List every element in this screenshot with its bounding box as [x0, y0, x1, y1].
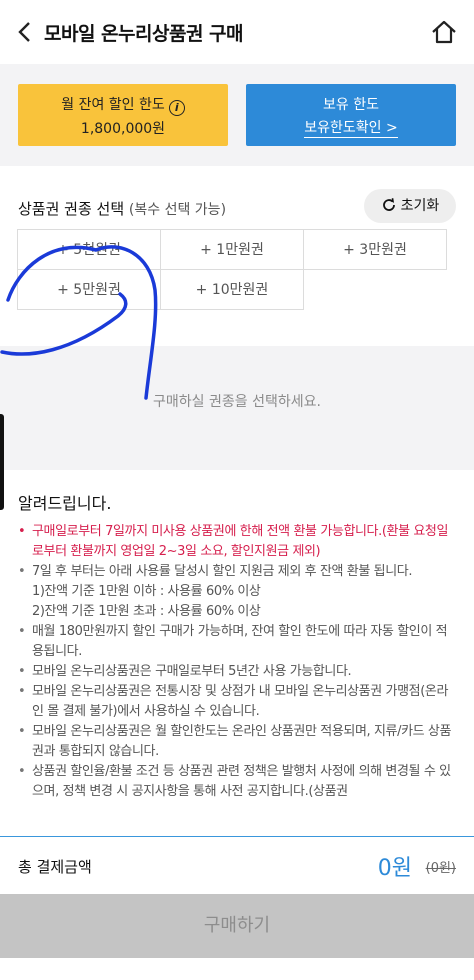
buy-button[interactable]: 구매하기 — [0, 894, 474, 958]
home-icon[interactable] — [430, 18, 458, 46]
chevron-left-icon[interactable] — [12, 18, 38, 46]
option-100k[interactable]: + 10만원권 — [160, 269, 304, 310]
page-title: 모바일 온누리상품권 구매 — [44, 23, 244, 45]
notice-title: 알려드립니다. — [18, 494, 112, 513]
option-50k[interactable]: + 5만원권 — [17, 269, 161, 310]
monthly-limit-value: 1,800,000원 — [80, 121, 166, 137]
total-label: 총 결제금액 — [18, 858, 92, 876]
holding-limit-check-link[interactable]: 보유한도확인 > — [246, 117, 456, 138]
holding-limit-label: 보유 한도 — [323, 97, 379, 113]
notice-item: 상품권 할인율/환불 조건 등 상품권 관련 정책은 발행처 사정에 의해 변경… — [18, 762, 458, 802]
edge-handle — [0, 414, 4, 510]
monthly-limit-button[interactable]: 월 잔여 할인 한도 i 1,800,000원 — [18, 84, 228, 146]
notice-item: 7일 후 부터는 아래 사용률 달성시 할인 지원금 제외 후 잔액 환불 됩니… — [18, 562, 458, 582]
notice-item: 모바일 온누리상품권은 월 할인한도는 온라인 상품권만 적용되며, 지류/카드… — [18, 722, 458, 762]
option-5k[interactable]: + 5천원권 — [17, 229, 161, 270]
notice-subitem: 2)잔액 기준 1만원 초과 : 사용률 60% 이상 — [32, 604, 261, 619]
notice-subitem: 1)잔액 기준 1만원 이하 : 사용률 60% 이상 — [32, 584, 261, 599]
holding-limit-button[interactable]: 보유 한도 보유한도확인 > — [246, 84, 456, 146]
refresh-icon — [382, 198, 395, 211]
bottom-strip — [0, 958, 474, 980]
monthly-limit-label: 월 잔여 할인 한도 — [61, 97, 165, 113]
total-bar: 총 결제금액 0원 (0원) — [0, 836, 474, 894]
empty-selection-message: 구매하실 권종을 선택하세요. — [153, 394, 321, 410]
notice-item: 구매일로부터 7일까지 미사용 상품권에 한해 전액 환불 가능합니다.(환불 … — [18, 522, 458, 562]
total-original-amount: (0원) — [425, 861, 456, 876]
option-30k[interactable]: + 3만원권 — [303, 229, 447, 270]
notice-list: 구매일로부터 7일까지 미사용 상품권에 한해 전액 환불 가능합니다.(환불 … — [18, 522, 458, 802]
holding-limit-check-text: 보유한도확인 > — [304, 120, 398, 138]
app-header: 모바일 온누리상품권 구매 — [0, 0, 474, 64]
selection-title: 상품권 권종 선택 (복수 선택 가능) — [18, 198, 226, 219]
selection-title-text: 상품권 권종 선택 — [18, 200, 125, 218]
info-icon[interactable]: i — [168, 100, 185, 116]
reset-button[interactable]: 초기화 — [364, 189, 456, 223]
reset-label: 초기화 — [400, 198, 440, 214]
notice-item: 매월 180만원까지 할인 구매가 가능하며, 잔여 할인 한도에 따라 자동 … — [18, 622, 458, 662]
notice-item: 모바일 온누리상품권은 구매일로부터 5년간 사용 가능합니다. — [18, 662, 458, 682]
selection-subtitle: (복수 선택 가능) — [128, 202, 227, 218]
limit-area: 월 잔여 할인 한도 i 1,800,000원 보유 한도 보유한도확인 > — [0, 64, 474, 166]
option-10k[interactable]: + 1만원권 — [160, 229, 304, 270]
total-amount: 0원 — [377, 856, 412, 881]
monthly-limit-label-row: 월 잔여 할인 한도 i — [18, 94, 228, 116]
selected-items-area: 구매하실 권종을 선택하세요. — [0, 346, 474, 470]
notice-item: 모바일 온누리상품권은 전통시장 및 상점가 내 모바일 온누리상품권 가맹점(… — [18, 682, 458, 722]
